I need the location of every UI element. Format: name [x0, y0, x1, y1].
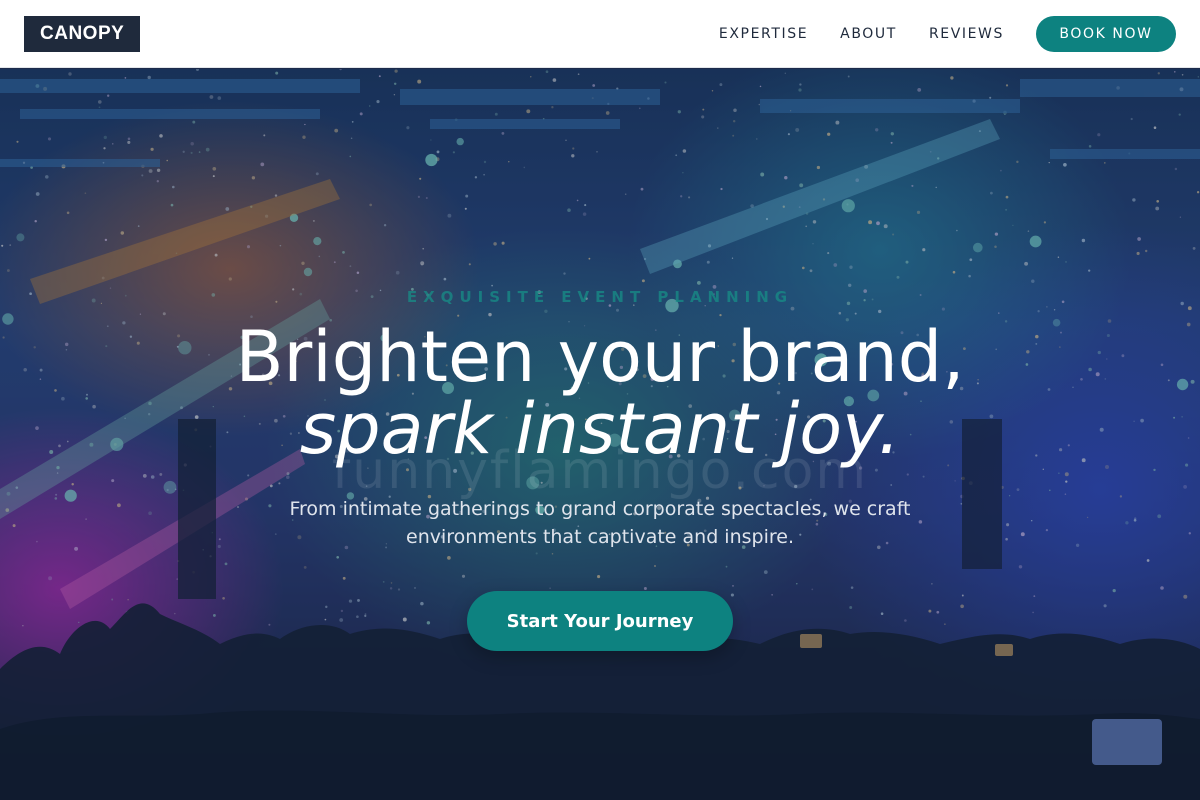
book-now-button[interactable]: BOOK NOW — [1036, 15, 1176, 52]
nav-menu: EXPERTISE ABOUT REVIEWS BOOK NOW — [719, 15, 1176, 52]
brand-logo[interactable]: CANOPY — [24, 15, 141, 52]
navbar: CANOPY EXPERTISE ABOUT REVIEWS BOOK NOW — [0, 0, 1200, 68]
start-journey-button[interactable]: Start Your Journey — [467, 591, 733, 651]
hero-section: EXQUISITE EVENT PLANNING Brighten your b… — [0, 69, 1200, 800]
hero-content: EXQUISITE EVENT PLANNING Brighten your b… — [0, 69, 1200, 800]
nav-link-about[interactable]: ABOUT — [840, 26, 897, 42]
nav-link-reviews[interactable]: REVIEWS — [929, 26, 1004, 42]
nav-link-expertise[interactable]: EXPERTISE — [719, 26, 808, 42]
hero-headline-line1: Brighten your brand, — [235, 316, 965, 398]
hero-subtitle: From intimate gatherings to grand corpor… — [289, 498, 911, 548]
hero-eyebrow: EXQUISITE EVENT PLANNING — [406, 288, 794, 306]
watermark: funnyflamingo.com — [331, 441, 869, 501]
